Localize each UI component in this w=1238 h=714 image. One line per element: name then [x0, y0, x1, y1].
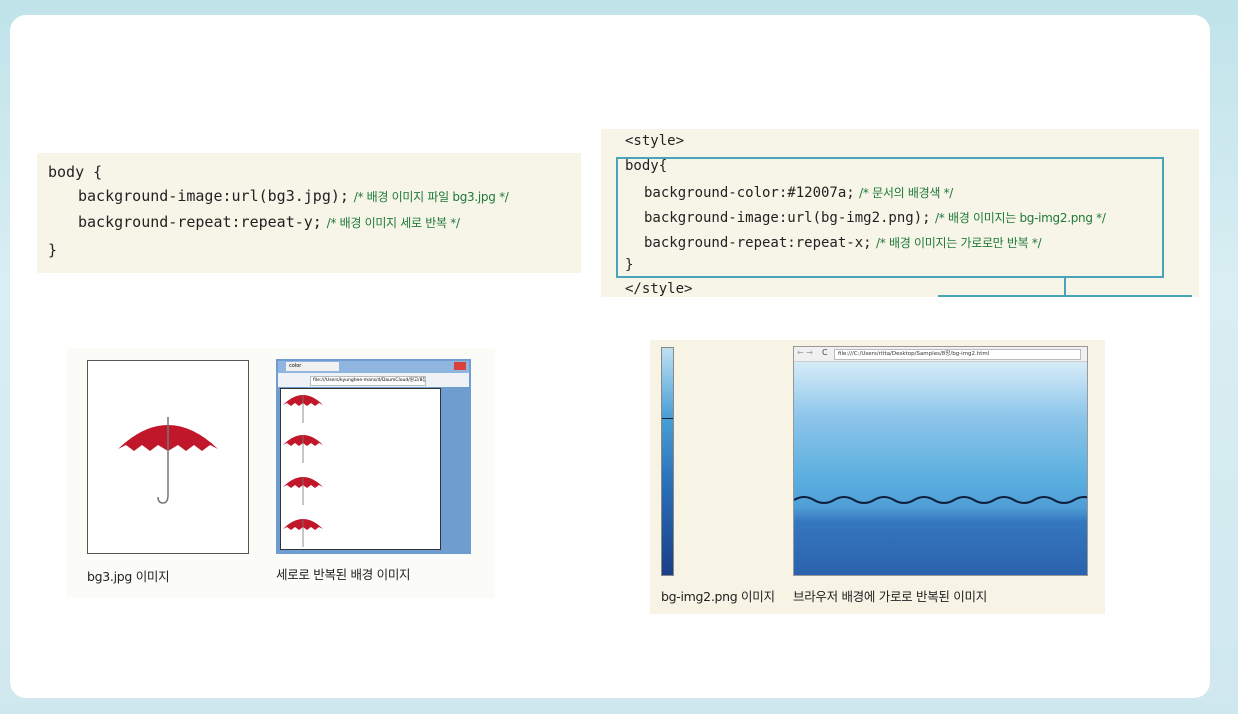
umbrella-column [282, 395, 324, 548]
connector-line [1064, 278, 1066, 296]
bg-img2-strip [661, 347, 674, 576]
code-line: background-image:url(bg3.jpg); /* 배경 이미지… [78, 187, 509, 205]
repeat-x-caption: 브라우저 배경에 가로로 반복된 이미지 [793, 589, 987, 604]
address-bar[interactable]: file:///C:/Users/ritta/Desktop/Samples/8… [834, 349, 1081, 360]
wave-mark [662, 418, 673, 419]
bg-img2-caption: bg-img2.png 이미지 [661, 589, 775, 604]
browser-toolbar: ← → C file:///C:/Users/ritta/Desktop/Sam… [794, 347, 1087, 362]
browser-viewport [280, 388, 441, 550]
repeat-y-caption: 세로로 반복된 배경 이미지 [276, 567, 411, 582]
browser-toolbar: file:///Users/kyunghee-mans/d/DaumCloud/… [278, 373, 469, 387]
reload-icon[interactable]: C [822, 348, 828, 357]
code-text: background-image:url(bg3.jpg); [78, 187, 349, 205]
code-line: body { [48, 163, 103, 181]
style-open-tag: <style> [625, 133, 685, 149]
style-close-tag: </style> [625, 281, 693, 297]
connector-line [938, 295, 1192, 297]
browser-window-repeat-x: ← → C file:///C:/Users/ritta/Desktop/Sam… [793, 346, 1088, 576]
close-icon[interactable] [454, 362, 466, 370]
browser-tab[interactable]: color [286, 362, 339, 371]
browser-titlebar: color [278, 361, 469, 373]
code-comment: /* 배경 이미지 파일 bg3.jpg */ [353, 190, 509, 204]
address-bar[interactable]: file:///Users/kyunghee-mans/d/DaumCloud/… [310, 376, 426, 386]
umbrella-image [118, 417, 218, 504]
bg3-caption: bg3.jpg 이미지 [87, 569, 170, 584]
highlight-frame [616, 157, 1164, 278]
code-block-repeat-y: body { background-image:url(bg3.jpg); /*… [37, 153, 581, 273]
back-forward-icon[interactable]: ← → [797, 348, 813, 357]
browser-window-repeat-y: color file:///Users/kyunghee-mans/d/Daum… [276, 359, 471, 554]
browser-viewport [794, 362, 1087, 575]
wave-pattern [794, 496, 1087, 504]
code-line: } [48, 241, 58, 259]
code-text: background-repeat:repeat-y; [78, 213, 322, 231]
code-comment: /* 배경 이미지 세로 반복 */ [326, 216, 460, 230]
code-line: background-repeat:repeat-y; /* 배경 이미지 세로… [78, 213, 460, 231]
bg3-image-frame [87, 360, 249, 554]
